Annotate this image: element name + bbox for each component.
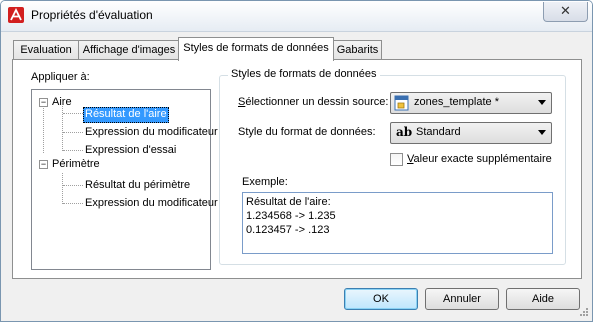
dialog-window: Propriétés d'évaluation ✕ Evaluation Aff… — [0, 0, 593, 322]
data-format-style-dropdown[interactable]: ab Standard — [390, 122, 552, 144]
close-button[interactable]: ✕ — [543, 2, 588, 22]
tree-expander-aire[interactable]: − — [39, 98, 48, 107]
tree-node-label: Résultat du périmètre — [85, 179, 191, 191]
example-preview-box: Résultat de l'aire: 1.234568 -> 1.235 0.… — [242, 192, 553, 254]
tab-label: Affichage d'images — [82, 44, 176, 56]
example-label: Exemple: — [242, 176, 288, 188]
collapse-icon: − — [40, 159, 47, 169]
exact-value-label[interactable]: Valeur exacte supplémentaire — [407, 153, 552, 165]
tree-connector — [63, 150, 83, 151]
ok-button[interactable]: OK — [344, 288, 418, 310]
tree-node-label: Expression d'essai — [85, 144, 177, 156]
tree-node-expression-modificateur-perimetre[interactable]: Expression du modificateur — [85, 196, 218, 210]
tree-connector — [62, 173, 63, 204]
collapse-icon: − — [40, 97, 47, 107]
tree-connector — [63, 132, 83, 133]
data-format-style-label: Style du format de données: — [238, 126, 376, 138]
example-line: Résultat de l'aire: — [246, 196, 331, 208]
tab-label: Evaluation — [20, 44, 72, 56]
tab-affichage-images[interactable]: Affichage d'images — [78, 40, 180, 60]
data-format-styles-group: Styles de formats de données Sélectionne… — [219, 68, 566, 265]
help-button[interactable]: Aide — [506, 288, 580, 310]
apply-to-tree[interactable]: − Aire Résultat de l'aire Expression du … — [31, 89, 218, 270]
group-title: Styles de formats de données — [228, 68, 380, 80]
tab-styles-formats-donnees[interactable]: Styles de formats de données — [178, 37, 334, 61]
ok-button-label: OK — [373, 293, 389, 305]
resize-grip-icon[interactable] — [579, 307, 589, 317]
title-bar[interactable]: Propriétés d'évaluation ✕ — [1, 1, 592, 32]
tab-label: Styles de formats de données — [183, 42, 329, 54]
exact-value-checkbox[interactable] — [390, 153, 403, 166]
source-drawing-dropdown[interactable]: zones_template * — [390, 92, 552, 114]
tab-label: Gabarits — [336, 44, 379, 56]
tree-node-aire[interactable]: Aire — [52, 95, 72, 109]
example-line: 0.123457 -> .123 — [246, 224, 330, 236]
tree-connector — [43, 106, 44, 153]
tree-connector — [63, 113, 83, 114]
tree-expander-perimetre[interactable]: − — [39, 160, 48, 169]
close-icon: ✕ — [560, 3, 571, 18]
tab-panel: Appliquer à: − Aire Résultat de l'aire E… — [12, 59, 582, 279]
source-drawing-value: zones_template * — [414, 96, 499, 108]
chevron-down-icon — [538, 130, 546, 135]
tree-node-resultat-aire[interactable]: Résultat de l'aire — [83, 107, 169, 123]
apply-to-label: Appliquer à: — [31, 71, 90, 83]
tree-node-label: Expression du modificateur — [85, 197, 218, 209]
drawing-file-icon — [394, 95, 409, 111]
tree-node-label: Résultat de l'aire — [85, 108, 167, 120]
tree-node-label: Aire — [52, 96, 72, 108]
tree-node-perimetre[interactable]: Périmètre — [52, 157, 100, 171]
tree-node-resultat-perimetre[interactable]: Résultat du périmètre — [85, 178, 190, 192]
tree-node-expression-modificateur-aire[interactable]: Expression du modificateur — [85, 125, 218, 139]
tree-connector — [63, 185, 83, 186]
example-line: 1.234568 -> 1.235 — [246, 210, 336, 222]
data-format-style-value: Standard — [416, 126, 461, 138]
tab-gabarits[interactable]: Gabarits — [333, 40, 382, 60]
source-drawing-label: Sélectionner un dessin source: — [238, 96, 389, 108]
help-button-label: Aide — [531, 293, 555, 305]
cancel-button[interactable]: Annuler — [425, 288, 499, 310]
text-style-icon: ab — [396, 125, 413, 139]
cancel-button-label: Annuler — [443, 293, 481, 305]
tree-node-label: Périmètre — [52, 158, 100, 170]
tree-connector — [63, 203, 83, 204]
tree-node-label: Expression du modificateur — [85, 126, 218, 138]
window-title: Propriétés d'évaluation — [31, 8, 153, 22]
tree-node-expression-essai[interactable]: Expression d'essai — [85, 143, 176, 157]
chevron-down-icon — [538, 100, 546, 105]
tab-evaluation[interactable]: Evaluation — [13, 40, 79, 60]
app-logo-icon — [8, 7, 24, 23]
